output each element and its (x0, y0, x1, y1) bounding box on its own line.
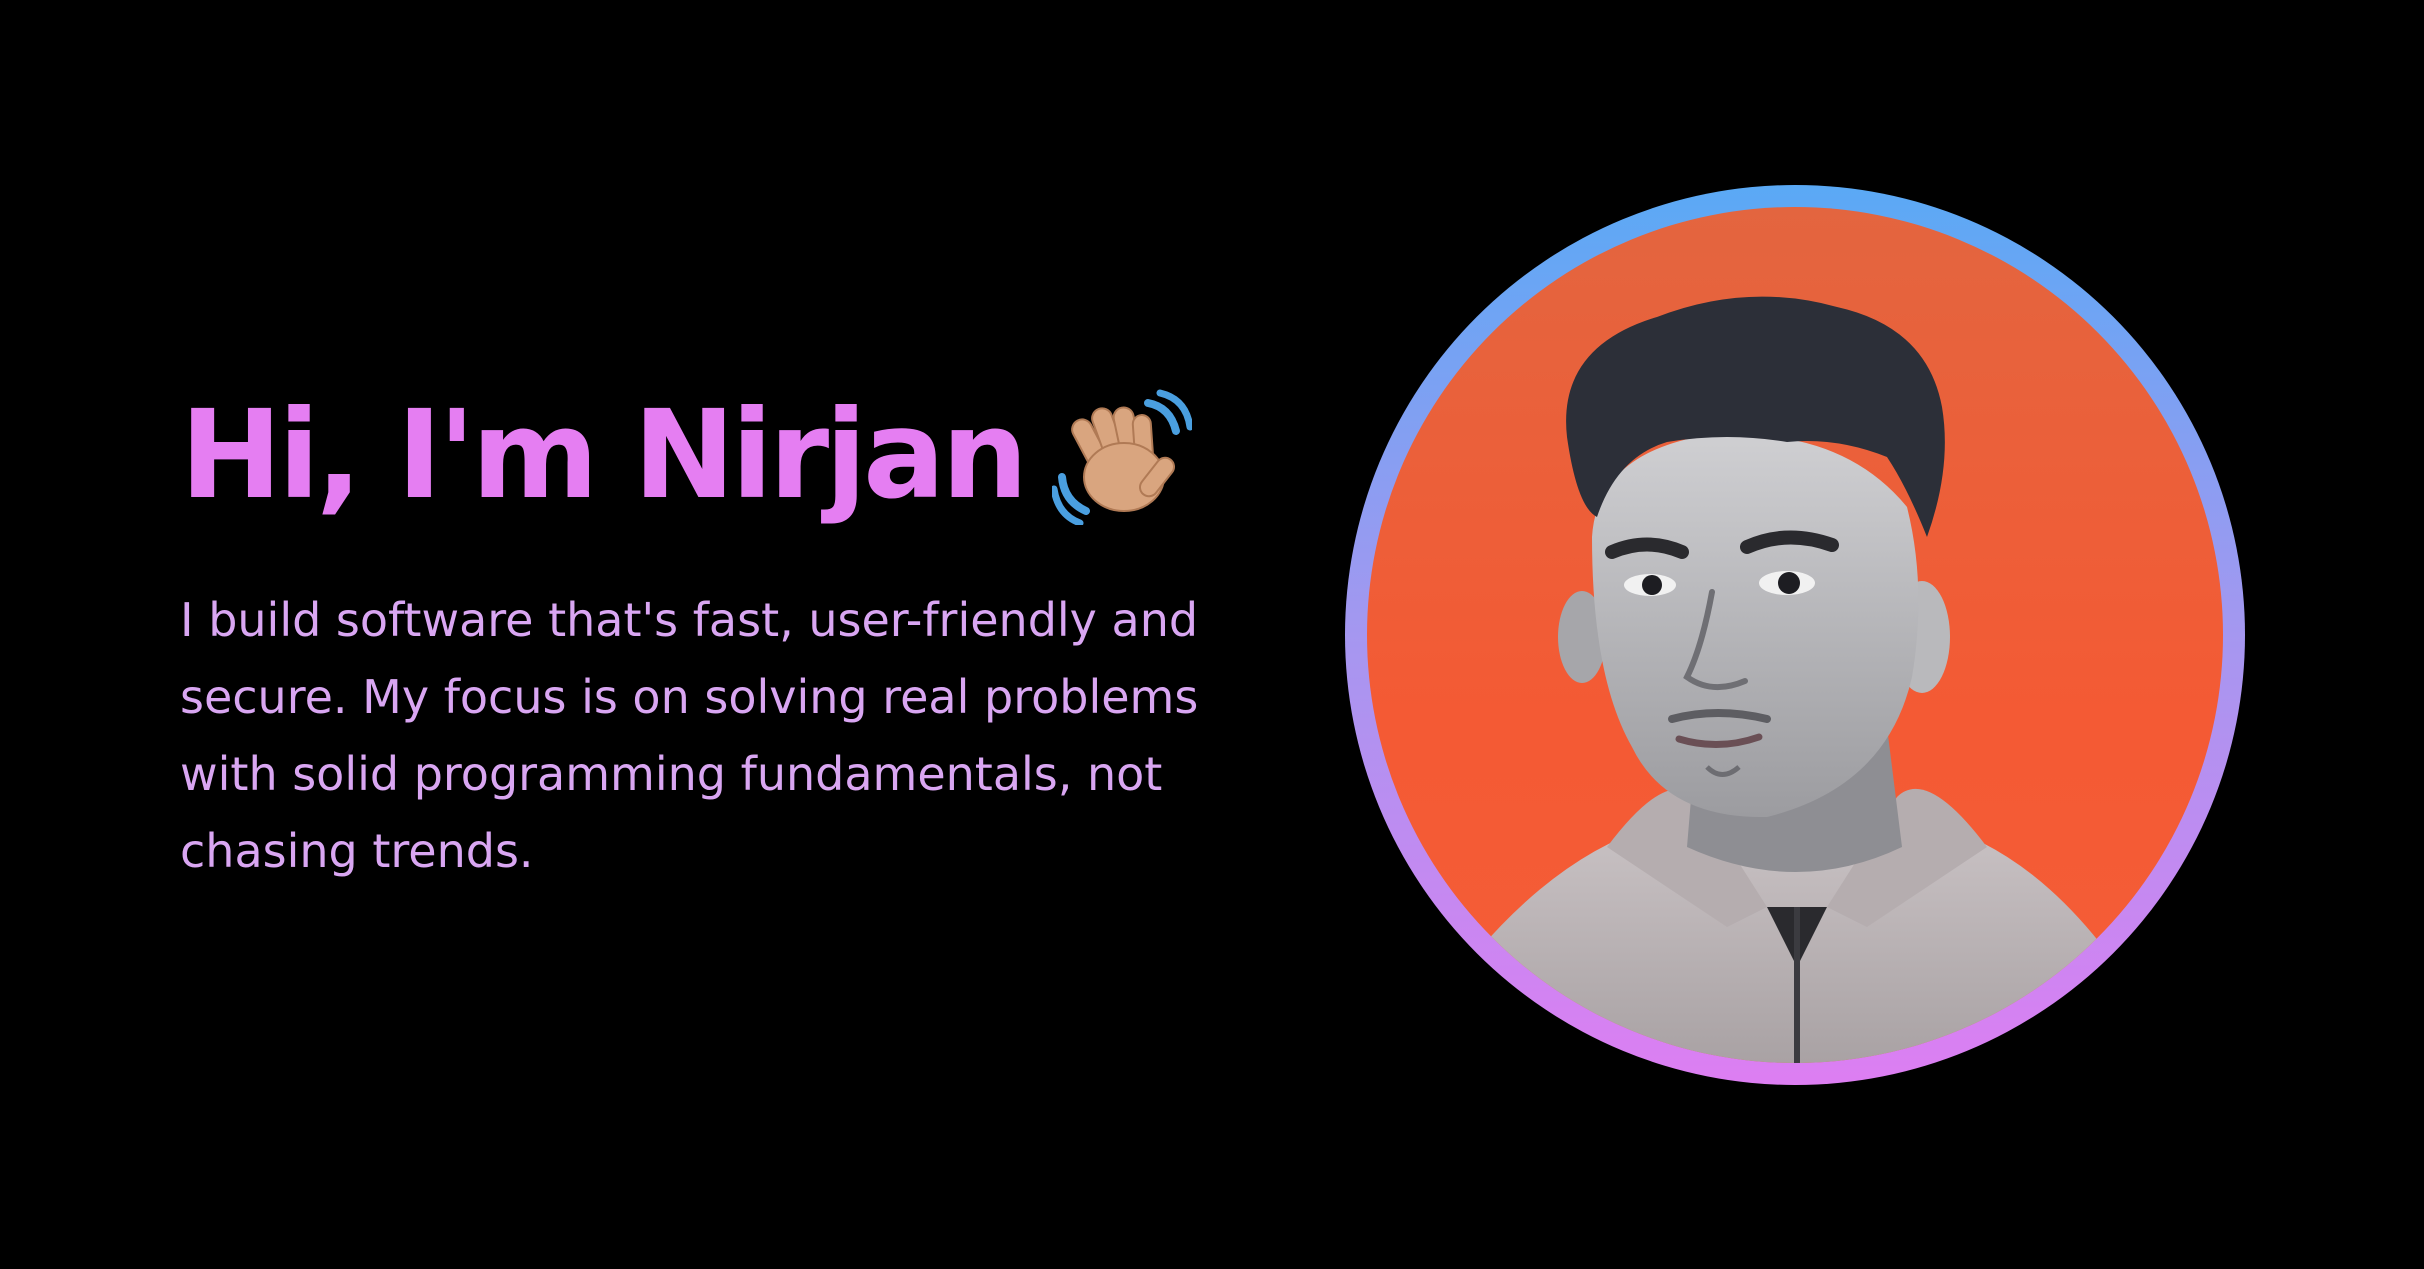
bio-line: with solid programming fundamentals, not (180, 747, 1163, 801)
bio-line: chasing trends. (180, 824, 534, 878)
waving-hand-icon (1050, 385, 1194, 527)
greeting-text: Hi, I'm Nirjan (180, 384, 1028, 526)
intro-block: Hi, I'm Nirjan I build software that's f… (180, 380, 1240, 890)
bio-line: I build software that's fast, user-frien… (180, 593, 1199, 647)
avatar (1367, 207, 2223, 1063)
bio-line: secure. My focus is on solving real prob… (180, 670, 1199, 724)
hero-section: Hi, I'm Nirjan I build software that's f… (0, 0, 2424, 1269)
bio-paragraph: I build software that's fast, user-frien… (180, 582, 1240, 890)
portrait-illustration (1477, 296, 2107, 1063)
page-title: Hi, I'm Nirjan (180, 380, 1240, 530)
avatar-ring (1345, 185, 2245, 1085)
